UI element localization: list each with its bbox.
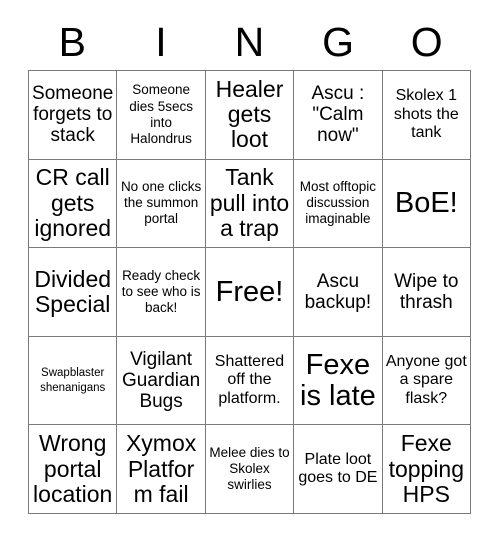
bingo-card: B I N G O Someone forgets to stack Someon… <box>0 0 500 544</box>
header-letter-o: O <box>410 18 443 65</box>
bingo-cell-r2c3[interactable]: Tank pull into a trap <box>205 159 295 249</box>
bingo-cell-r5c1[interactable]: Wrong portal location <box>29 425 118 514</box>
bingo-cell-label: BoE! <box>394 187 458 220</box>
bingo-cell-label: Shattered off the platform. <box>214 353 285 407</box>
bingo-cell-r5c3[interactable]: Melee dies to Skolex swirlies <box>205 425 295 514</box>
bingo-cell-r5c4[interactable]: Plate loot goes to DE <box>294 425 383 514</box>
bingo-cell-r2c5[interactable]: BoE! <box>382 159 471 249</box>
bingo-cell-r4c4[interactable]: Fexe is late <box>294 336 383 426</box>
bingo-cell-r1c2[interactable]: Someone dies 5secs into Halondrus <box>117 71 206 160</box>
bingo-cell-label: Xymox Platform fail <box>125 430 197 507</box>
bingo-cell-r1c4[interactable]: Ascu : "Calm now" <box>294 71 383 160</box>
bingo-cell-r4c1[interactable]: Swapblaster shenanigans <box>29 336 118 426</box>
bingo-header: B I N G O <box>28 14 471 70</box>
bingo-cell-label: Anyone got a spare flask? <box>385 353 467 407</box>
bingo-cell-label: Plate loot goes to DE <box>298 450 378 487</box>
bingo-cell-label: Wrong portal location <box>33 430 113 507</box>
bingo-cell-label: Someone forgets to stack <box>32 82 114 147</box>
bingo-cell-label: Fexe is late <box>300 348 376 412</box>
bingo-cell-label: Ready check to see who is back! <box>121 267 201 316</box>
bingo-cell-r2c1[interactable]: CR call gets ignored <box>29 159 118 249</box>
bingo-cell-r5c5[interactable]: Fexe topping HPS <box>382 425 471 514</box>
bingo-cell-r2c2[interactable]: No one clicks the summon portal <box>117 159 206 249</box>
bingo-cell-r5c2[interactable]: Xymox Platform fail <box>117 425 206 514</box>
bingo-cell-label: Ascu : "Calm now" <box>311 82 365 147</box>
bingo-cell-label: Melee dies to Skolex swirlies <box>209 444 290 493</box>
bingo-cell-r1c1[interactable]: Someone forgets to stack <box>29 71 118 160</box>
bingo-cell-r1c5[interactable]: Skolex 1 shots the tank <box>382 71 471 160</box>
bingo-cell-label: Ascu backup! <box>304 270 372 313</box>
bingo-cell-r1c3[interactable]: Healer gets loot <box>205 71 295 160</box>
bingo-grid: Someone forgets to stack Someone dies 5se… <box>28 70 471 514</box>
bingo-cell-r4c5[interactable]: Anyone got a spare flask? <box>382 336 471 426</box>
bingo-cell-label: CR call gets ignored <box>34 164 112 242</box>
header-letter-i: I <box>155 18 167 65</box>
bingo-cell-label: Free! <box>215 275 284 308</box>
bingo-cell-r3c1[interactable]: Divided Special <box>29 248 118 337</box>
header-letter-g: G <box>322 18 355 65</box>
bingo-cell-r4c2[interactable]: Vigilant Guardian Bugs <box>117 336 206 426</box>
bingo-cell-label: Tank pull into a trap <box>209 164 290 242</box>
bingo-cell-label: Someone dies 5secs into Halondrus <box>129 82 193 146</box>
bingo-cell-r3c2[interactable]: Ready check to see who is back! <box>117 248 206 337</box>
bingo-cell-r4c3[interactable]: Shattered off the platform. <box>205 336 295 426</box>
bingo-cell-label: Divided Special <box>34 265 112 317</box>
bingo-cell-label: Swapblaster shenanigans <box>40 367 106 394</box>
bingo-cell-label: Most offtopic discussion imaginable <box>299 179 377 227</box>
header-letter-n: N <box>234 18 265 65</box>
bingo-cell-r2c4[interactable]: Most offtopic discussion imaginable <box>294 159 383 249</box>
bingo-cell-label: Vigilant Guardian Bugs <box>122 348 201 413</box>
bingo-cell-r3c3[interactable]: Free! <box>205 248 295 337</box>
bingo-cell-label: No one clicks the summon portal <box>120 179 202 227</box>
bingo-cell-label: Skolex 1 shots the tank <box>393 87 459 141</box>
bingo-cell-label: Healer gets loot <box>215 75 284 153</box>
bingo-cell-r3c4[interactable]: Ascu backup! <box>294 248 383 337</box>
bingo-cell-label: Wipe to thrash <box>394 270 459 313</box>
header-letter-b: B <box>58 18 86 65</box>
bingo-cell-r3c5[interactable]: Wipe to thrash <box>382 248 471 337</box>
bingo-cell-label: Fexe topping HPS <box>388 430 465 507</box>
